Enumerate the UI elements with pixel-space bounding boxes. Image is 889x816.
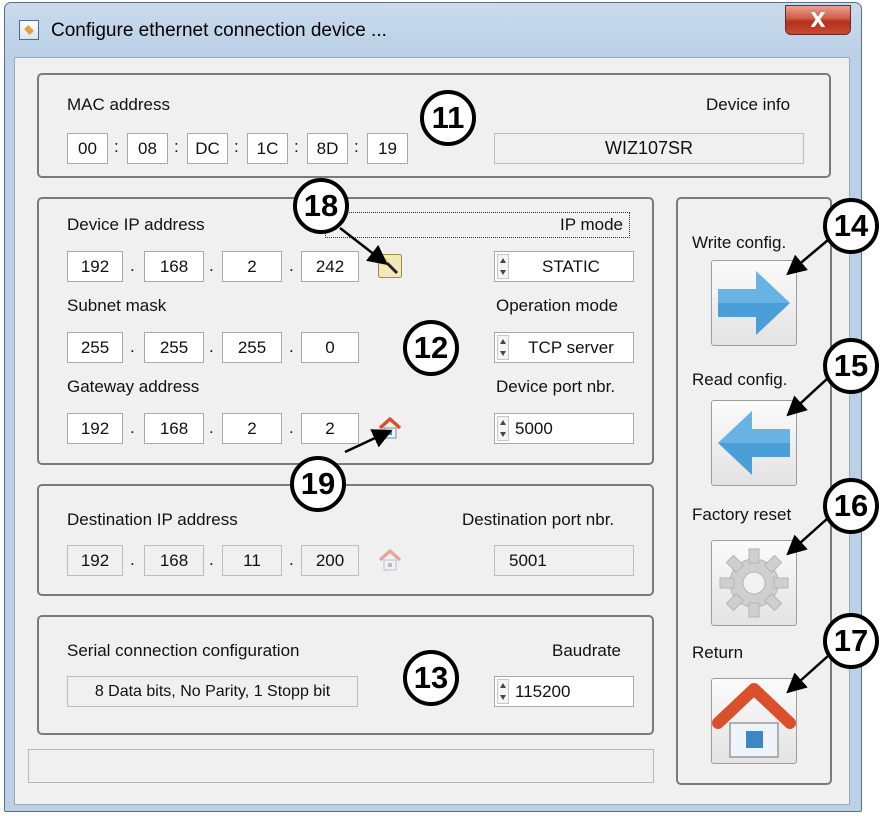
mac-octet-6[interactable]: 19 xyxy=(367,133,408,164)
ip-mode-selector[interactable]: STATIC xyxy=(494,251,634,282)
ip-mode-label: IP mode xyxy=(560,215,624,234)
spin-arrows-icon[interactable] xyxy=(497,254,509,279)
callout-14: 14 xyxy=(823,198,879,254)
factory-reset-button[interactable] xyxy=(711,540,797,626)
read-config-button[interactable] xyxy=(711,400,797,486)
device-ip-octet-3[interactable]: 2 xyxy=(222,251,282,282)
window-title: Configure ethernet connection device ... xyxy=(51,20,387,41)
callout-11: 11 xyxy=(420,90,476,146)
baudrate-value: 115200 xyxy=(515,682,571,701)
return-button[interactable] xyxy=(711,678,797,764)
serial-config-label: Serial connection configuration xyxy=(67,641,300,660)
serial-group xyxy=(37,615,654,735)
write-config-label: Write config. xyxy=(692,233,787,252)
write-config-button[interactable] xyxy=(711,260,797,346)
destination-port-label: Destination port nbr. xyxy=(462,510,615,529)
callout-16: 16 xyxy=(823,478,879,534)
gateway-octet-4[interactable]: 2 xyxy=(301,413,359,444)
callout-13: 13 xyxy=(403,650,459,706)
device-port-value: 5000 xyxy=(515,419,553,438)
baudrate-label: Baudrate xyxy=(552,641,621,660)
device-ip-octet-4[interactable]: 242 xyxy=(301,251,359,282)
destination-ip-octet-2: 168 xyxy=(144,545,204,576)
mac-octet-4[interactable]: 1C xyxy=(247,133,288,164)
return-label: Return xyxy=(692,643,744,662)
subnet-octet-3[interactable]: 255 xyxy=(222,332,282,363)
destination-port-field: 5001 xyxy=(494,545,634,576)
ip-dot: . xyxy=(209,256,214,275)
ip-dot: . xyxy=(289,256,294,275)
callout-17: 17 xyxy=(823,613,879,669)
gateway-octet-2[interactable]: 168 xyxy=(144,413,204,444)
home-icon xyxy=(712,683,796,758)
spin-arrows-icon[interactable] xyxy=(497,335,509,360)
mac-octet-1[interactable]: 00 xyxy=(67,133,108,164)
destination-ip-label: Destination IP address xyxy=(67,510,238,529)
mac-octet-2[interactable]: 08 xyxy=(127,133,168,164)
operation-mode-label: Operation mode xyxy=(496,296,618,315)
status-bar xyxy=(28,749,654,783)
close-button[interactable]: X xyxy=(785,5,851,35)
device-ip-label: Device IP address xyxy=(67,215,205,234)
app-icon xyxy=(19,20,39,40)
destination-home-icon xyxy=(378,549,402,571)
ip-dot: . xyxy=(130,550,135,569)
mac-octet-3[interactable]: DC xyxy=(187,133,228,164)
arrow-left-icon xyxy=(718,411,790,475)
ip-dot: . xyxy=(130,418,135,437)
operation-mode-value: TCP server xyxy=(528,338,614,357)
spin-arrows-icon[interactable] xyxy=(497,679,509,704)
serial-config-field: 8 Data bits, No Parity, 1 Stopp bit xyxy=(67,676,358,707)
device-ip-octet-1[interactable]: 192 xyxy=(67,251,123,282)
gateway-octet-1[interactable]: 192 xyxy=(67,413,123,444)
gateway-home-icon[interactable] xyxy=(378,416,402,440)
ip-dot: . xyxy=(209,337,214,356)
device-port-input[interactable]: 5000 xyxy=(494,413,634,444)
ip-dot: . xyxy=(209,550,214,569)
mac-separator: : xyxy=(234,137,239,156)
mac-separator: : xyxy=(354,137,359,156)
operation-mode-selector[interactable]: TCP server xyxy=(494,332,634,363)
ip-dot: . xyxy=(130,256,135,275)
destination-ip-octet-1: 192 xyxy=(67,545,123,576)
wand-icon[interactable] xyxy=(378,254,402,278)
destination-ip-octet-3: 11 xyxy=(222,545,282,576)
gateway-address-label: Gateway address xyxy=(67,377,200,396)
read-config-label: Read config. xyxy=(692,370,788,389)
subnet-octet-2[interactable]: 255 xyxy=(144,332,204,363)
callout-15: 15 xyxy=(823,338,879,394)
subnet-mask-label: Subnet mask xyxy=(67,296,167,315)
callout-19: 19 xyxy=(290,456,346,512)
spin-arrows-icon[interactable] xyxy=(497,416,509,441)
device-ip-octet-2[interactable]: 168 xyxy=(144,251,204,282)
destination-ip-octet-4: 200 xyxy=(301,545,359,576)
subnet-octet-1[interactable]: 255 xyxy=(67,332,123,363)
baudrate-input[interactable]: 115200 xyxy=(494,676,634,707)
device-port-label: Device port nbr. xyxy=(496,377,616,396)
mac-address-label: MAC address xyxy=(67,95,170,114)
ip-dot: . xyxy=(130,337,135,356)
mac-separator: : xyxy=(174,137,179,156)
mac-separator: : xyxy=(294,137,299,156)
device-info-field: WIZ107SR xyxy=(494,133,804,164)
subnet-octet-4[interactable]: 0 xyxy=(301,332,359,363)
callout-18: 18 xyxy=(293,178,349,234)
callout-12: 12 xyxy=(403,320,459,376)
ip-dot: . xyxy=(289,337,294,356)
ip-dot: . xyxy=(289,418,294,437)
gateway-octet-3[interactable]: 2 xyxy=(222,413,282,444)
device-info-label: Device info xyxy=(706,95,791,114)
ip-dot: . xyxy=(289,550,294,569)
ip-dot: . xyxy=(209,418,214,437)
destination-group xyxy=(37,484,654,596)
mac-octet-5[interactable]: 8D xyxy=(307,133,348,164)
factory-reset-label: Factory reset xyxy=(692,505,792,524)
ip-mode-value: STATIC xyxy=(542,257,600,276)
mac-separator: : xyxy=(114,137,119,156)
gear-icon xyxy=(719,548,789,618)
arrow-right-icon xyxy=(718,271,790,335)
title-bar[interactable]: Configure ethernet connection device ...… xyxy=(5,3,861,57)
